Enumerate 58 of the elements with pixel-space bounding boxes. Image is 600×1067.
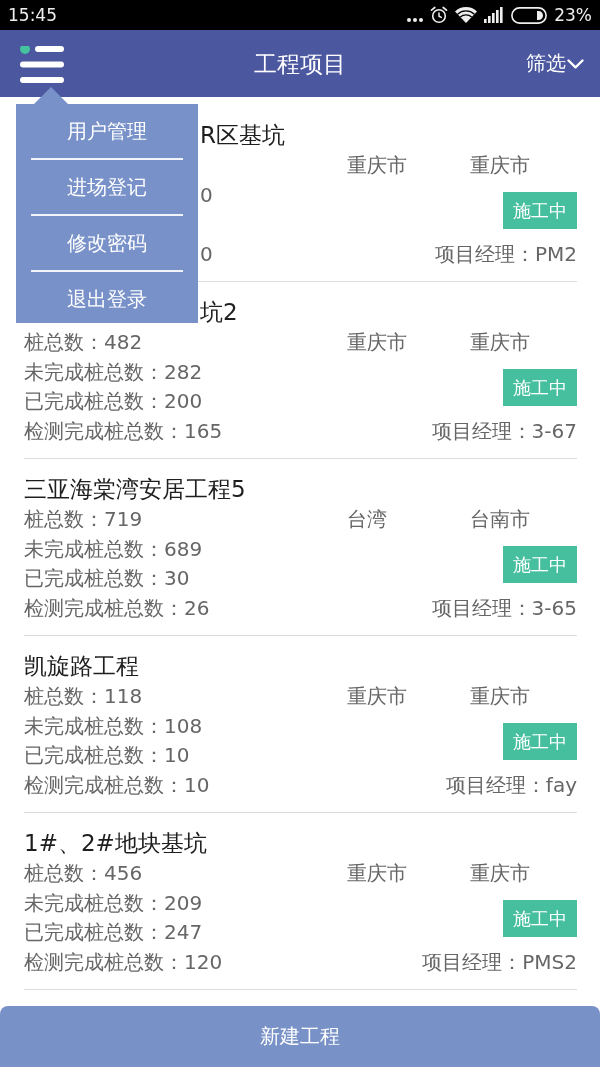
pile-count-text: 未完成桩总数：689 — [24, 535, 203, 563]
project-list-item[interactable]: 凯旋路工程 桩总数：118 未完成桩总数：108 已完成桩总数：10 检测完成桩总数：10 重庆市 重庆市 施工中 项目经理：fay — [24, 636, 577, 813]
chevron-down-icon — [567, 58, 584, 69]
manager-text: 项目经理：3-65 — [431, 594, 577, 622]
pile-count-text: 未完成桩总数：209 — [24, 889, 203, 917]
city-text: 重庆市 — [470, 683, 530, 710]
project-title: 凯旋路工程 — [24, 652, 139, 681]
pile-count-text: 桩总数：118 — [24, 683, 143, 710]
pile-count-text: 已完成桩总数：247 — [24, 919, 203, 946]
province-text: 重庆市 — [347, 329, 407, 356]
province-text: 重庆市 — [347, 683, 407, 710]
status-badge: 施工中 — [503, 545, 577, 583]
project-title: 1#、2#地块基坑 — [24, 829, 207, 858]
pile-count-text: 桩总数：482 — [24, 329, 143, 356]
menu-button[interactable] — [20, 45, 64, 84]
clock-time: 15:45 — [8, 5, 57, 25]
pile-count-text: 已完成桩总数：200 — [24, 388, 203, 415]
pile-count-text: 桩总数：456 — [24, 860, 143, 887]
status-badge: 施工中 — [503, 899, 577, 937]
status-badge: 施工中 — [503, 722, 577, 760]
alarm-clock-icon — [430, 6, 449, 24]
manager-text: 项目经理：PMS2 — [422, 948, 577, 976]
page-title: 工程项目 — [254, 49, 346, 78]
pile-count-text: 0 — [200, 240, 213, 268]
pile-count-text: 检测完成桩总数：10 — [24, 771, 210, 799]
pile-count-text: 0 — [200, 181, 213, 209]
more-dots-icon — [407, 17, 424, 22]
province-text: 重庆市 — [347, 152, 407, 179]
filter-button[interactable]: 筛选 — [526, 50, 584, 77]
manager-text: 项目经理：3-67 — [431, 417, 577, 445]
pile-count-text: 已完成桩总数：10 — [24, 742, 190, 769]
pile-count-text: 检测完成桩总数：26 — [24, 594, 210, 622]
wifi-icon — [455, 7, 478, 23]
pile-count-text: 已完成桩总数：30 — [24, 565, 190, 592]
pile-count-text: 检测完成桩总数：165 — [24, 417, 223, 445]
pile-count-text: 未完成桩总数：108 — [24, 712, 203, 740]
project-list-item[interactable]: 三亚海棠湾安居工程5 桩总数：719 未完成桩总数：689 已完成桩总数：30 检测完成桩总数：26 台湾 台南市 施工中 项目经理：3-65 — [24, 459, 577, 636]
manager-text: 项目经理：PM2 — [434, 240, 577, 268]
city-text: 重庆市 — [470, 860, 530, 887]
province-text: 重庆市 — [347, 860, 407, 887]
project-title: 三亚海棠湾安居工程5 — [24, 475, 246, 504]
city-text: 重庆市 — [470, 329, 530, 356]
status-badge: 施工中 — [503, 191, 577, 229]
battery-icon — [511, 6, 548, 24]
pile-count-text: 检测完成桩总数：120 — [24, 948, 223, 976]
status-badge: 施工中 — [503, 368, 577, 406]
pile-count-text: 桩总数：719 — [24, 506, 143, 533]
pile-count-text: 未完成桩总数：282 — [24, 358, 203, 386]
menu-icon — [20, 45, 64, 83]
city-text: 重庆市 — [470, 152, 530, 179]
signal-icon — [484, 7, 505, 23]
project-title: R区基坑 — [200, 121, 285, 150]
project-list-item[interactable]: 1#、2#地块基坑 桩总数：456 未完成桩总数：209 已完成桩总数：247 检测完成桩总数：120 重庆市 重庆市 施工中 项目经理：PMS2 — [24, 813, 577, 990]
project-title: 坑2 — [200, 298, 238, 327]
province-text: 台湾 — [347, 506, 387, 533]
battery-percent: 23% — [554, 5, 592, 25]
manager-text: 项目经理：fay — [445, 771, 577, 799]
city-text: 台南市 — [470, 506, 530, 533]
